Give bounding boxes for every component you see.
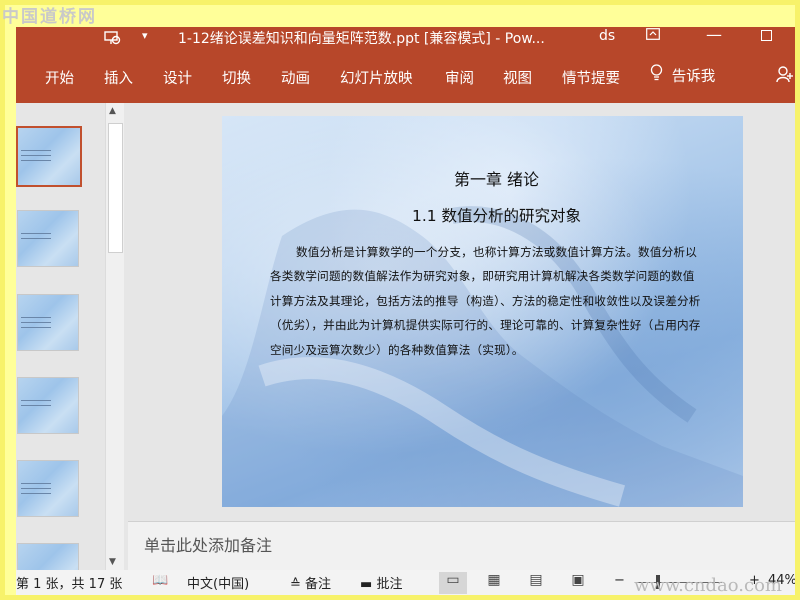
comments-toggle-button[interactable]: ▬ 批注 [360, 573, 402, 592]
language-indicator[interactable]: 中文(中国) [187, 573, 249, 592]
user-name[interactable]: ds [599, 28, 615, 44]
spelling-check-icon[interactable]: 📖 [152, 573, 168, 588]
slideshow-view-icon[interactable]: ▣ [564, 572, 592, 594]
tell-me-label: 告诉我 [671, 69, 716, 85]
reading-view-icon[interactable]: ▤ [522, 572, 550, 594]
thumbnail-scrollbar[interactable]: ▲ ▼ [105, 103, 124, 570]
notes-toggle-label: 备注 [305, 577, 332, 592]
share-person-icon[interactable] [776, 65, 794, 87]
notes-placeholder: 单击此处添加备注 [144, 536, 273, 555]
watermark-logo-top: 中国道桥网 [2, 7, 97, 27]
maximize-icon[interactable] [761, 30, 772, 41]
tab-animations[interactable]: 动画 [281, 67, 310, 88]
notes-pane[interactable]: 单击此处添加备注 [128, 521, 800, 570]
tab-review[interactable]: 审阅 [445, 67, 474, 88]
watermark-url: www.cndao.com [634, 575, 782, 596]
slide-subheading: 1.1 数值分析的研究对象 [411, 207, 582, 225]
slide-canvas[interactable]: 第一章 绪论 1.1 数值分析的研究对象 数值分析是计算数学的一个分支，也称计算… [222, 116, 743, 507]
tab-view[interactable]: 视图 [503, 67, 532, 88]
scrollbar-thumb[interactable] [108, 123, 123, 253]
ribbon-tabs: 开始 插入 设计 切换 动画 幻灯片放映 审阅 视图 情节提要 告诉我 [16, 49, 800, 103]
powerpoint-window: ▾ 1-12绪论误差知识和向量矩阵范数.ppt [兼容模式] - Pow... … [16, 27, 800, 600]
tab-insert[interactable]: 插入 [104, 67, 133, 88]
slide-body-text: 数值分析是计算数学的一个分支，也称计算方法或数值计算方法。数值分析以各类数学问题… [270, 245, 701, 357]
slide-thumbnail-3[interactable] [17, 294, 79, 351]
comment-icon: ▬ [360, 577, 373, 592]
tab-slideshow[interactable]: 幻灯片放映 [340, 67, 413, 88]
slide-thumbnail-1[interactable] [16, 126, 82, 187]
slide-thumbnail-2[interactable] [17, 210, 79, 267]
slide-heading: 第一章 绪论 [453, 170, 540, 189]
ribbon-display-options-icon[interactable] [646, 28, 660, 44]
document-title: 1-12绪论误差知识和向量矩阵范数.ppt [兼容模式] - Pow... [178, 31, 545, 47]
slide-editing-area: 第一章 绪论 1.1 数值分析的研究对象 数值分析是计算数学的一个分支，也称计算… [128, 103, 800, 521]
scroll-up-icon[interactable]: ▲ [109, 106, 116, 116]
slide-position: 第 1 张，共 17 张 [16, 577, 123, 592]
tab-design[interactable]: 设计 [163, 67, 192, 88]
tab-home[interactable]: 开始 [45, 67, 74, 88]
notes-toggle-button[interactable]: ≙ 备注 [290, 573, 331, 592]
slide-thumbnail-5[interactable] [17, 460, 79, 517]
tab-transitions[interactable]: 切换 [222, 67, 251, 88]
slide-sorter-view-icon[interactable]: ▦ [480, 572, 508, 594]
lightbulb-icon [650, 64, 668, 85]
notes-icon: ≙ [290, 577, 301, 592]
quick-access-dropdown-icon[interactable]: ▾ [142, 29, 148, 42]
tell-me-box[interactable]: 告诉我 [650, 64, 715, 86]
slide-thumbnail-panel: ▲ ▼ [16, 103, 128, 600]
zoom-out-icon[interactable]: − [614, 573, 625, 588]
scroll-down-icon[interactable]: ▼ [109, 557, 116, 567]
minimize-icon[interactable]: — [706, 27, 722, 44]
normal-view-icon[interactable]: ▭ [439, 572, 467, 594]
slideshow-from-start-icon[interactable] [104, 30, 122, 49]
comments-toggle-label: 批注 [376, 577, 403, 592]
tab-storyboard[interactable]: 情节提要 [562, 67, 620, 88]
slide-thumbnail-4[interactable] [17, 377, 79, 434]
title-bar: ▾ 1-12绪论误差知识和向量矩阵范数.ppt [兼容模式] - Pow... … [16, 27, 800, 49]
